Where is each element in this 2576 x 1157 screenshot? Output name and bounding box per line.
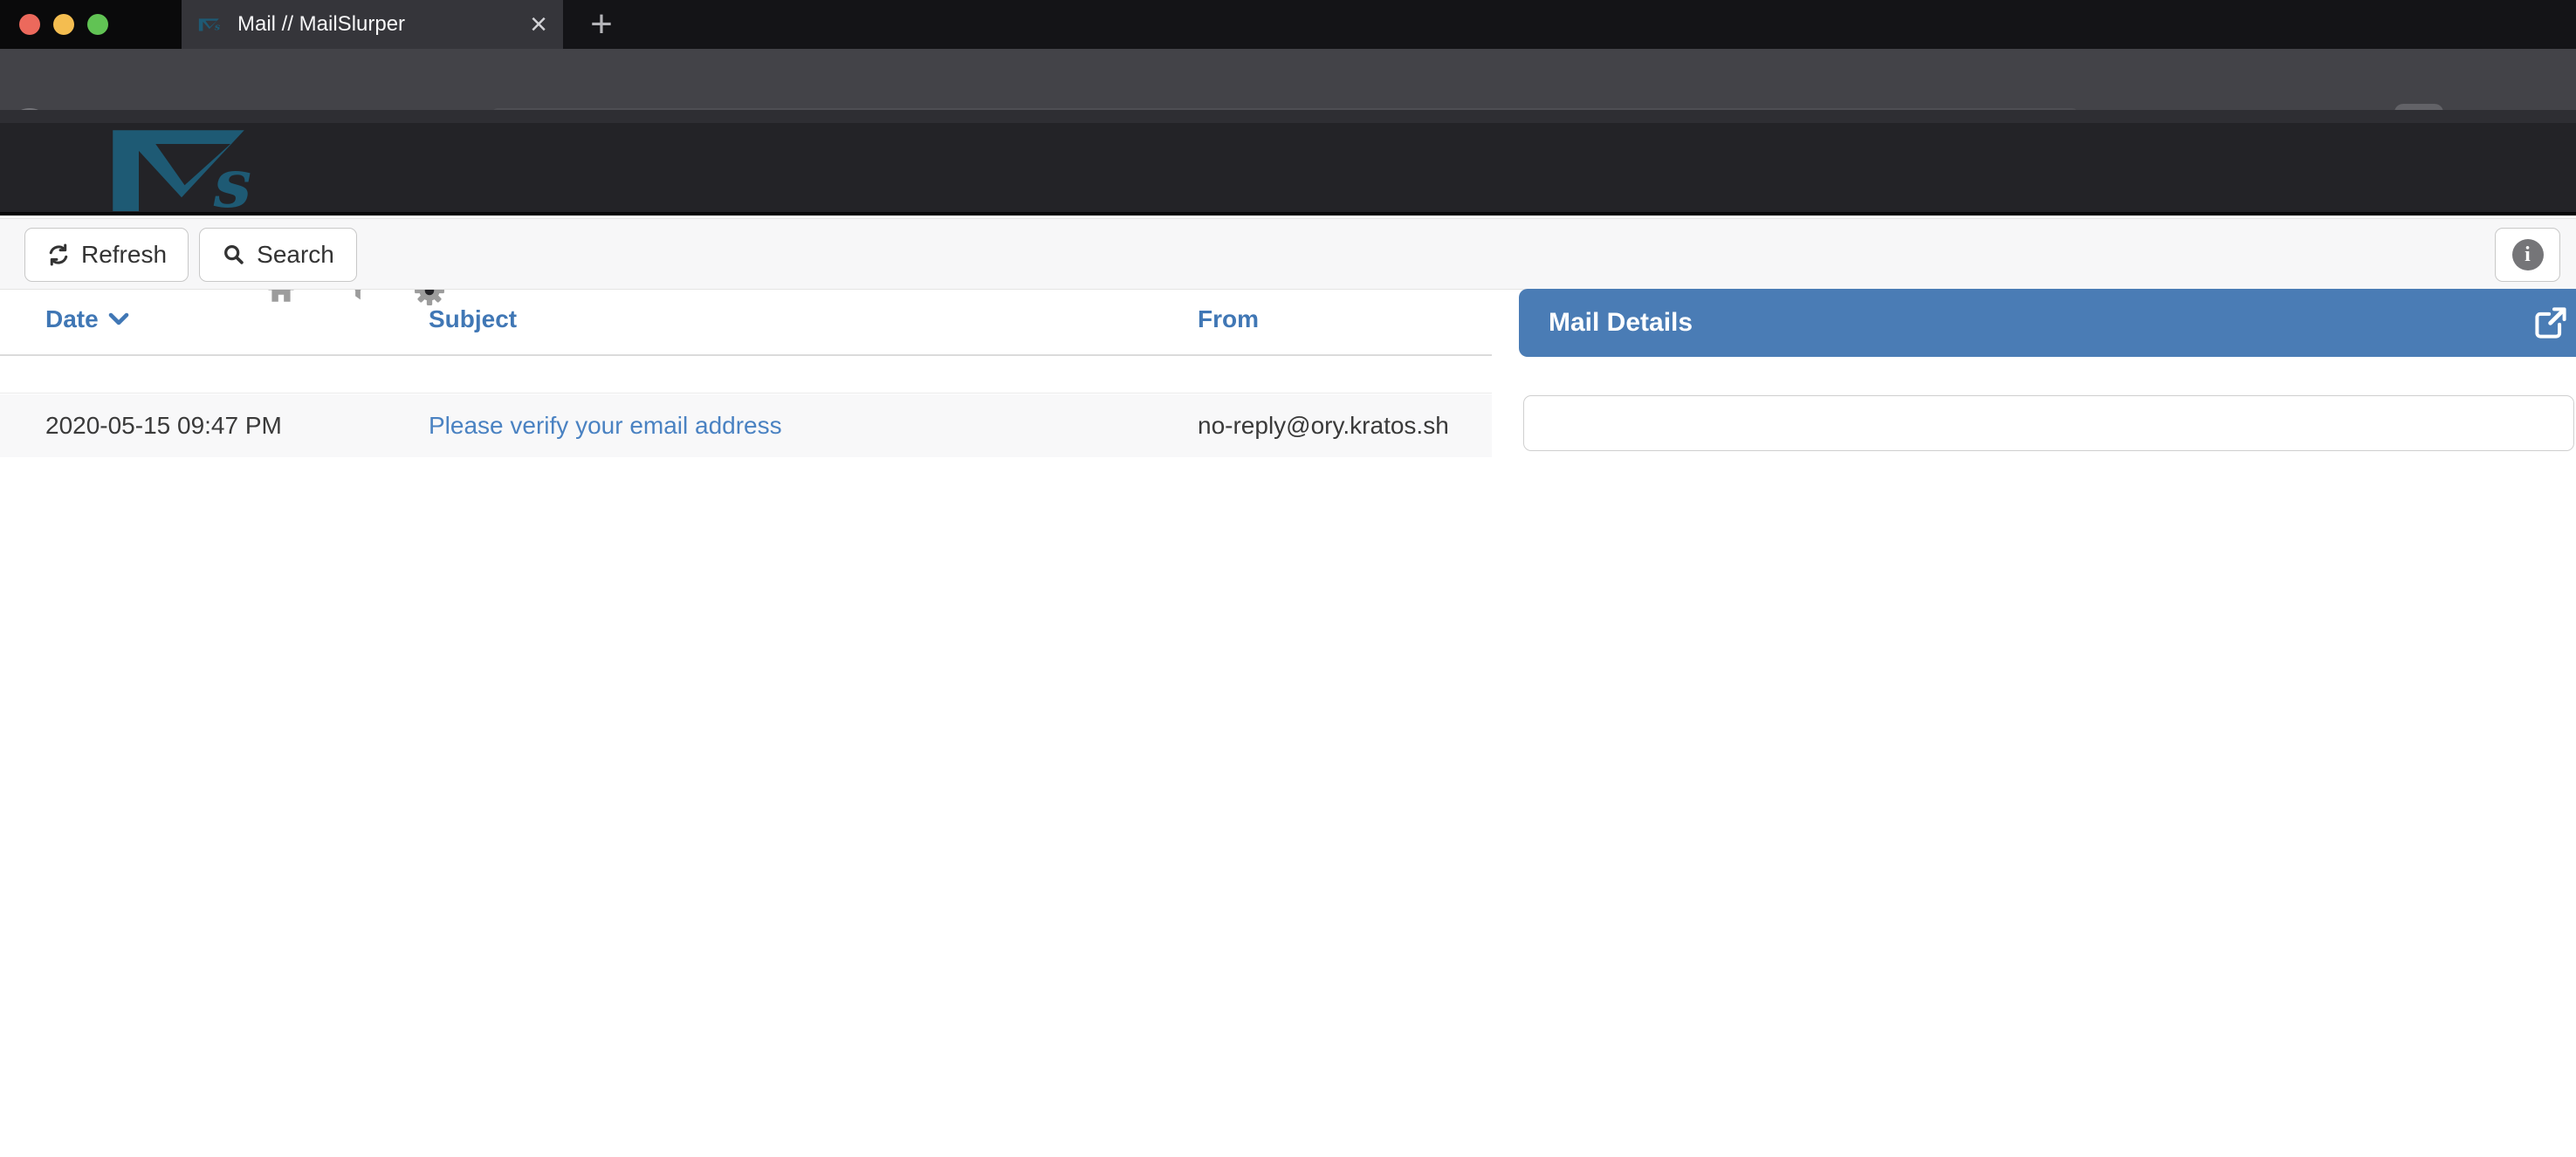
mailslurper-logo[interactable]: s	[19, 126, 368, 211]
browser-tab-bar: s Mail // MailSlurper × +	[0, 0, 2576, 49]
open-in-new-window-button[interactable]	[2531, 304, 2570, 342]
column-header-date[interactable]: Date	[45, 305, 130, 333]
mail-details-body	[1523, 395, 2574, 451]
search-button-label: Search	[257, 241, 334, 269]
search-icon	[222, 243, 246, 267]
info-icon: i	[2512, 239, 2544, 270]
svg-text:s: s	[215, 20, 221, 32]
mail-row-empty	[0, 356, 1492, 394]
tab-title: Mail // MailSlurper	[237, 12, 518, 37]
column-header-subject-label: Subject	[429, 305, 517, 333]
info-button[interactable]: i	[2495, 228, 2560, 282]
action-toolbar	[0, 218, 2576, 290]
mail-details-title: Mail Details	[1549, 308, 1693, 338]
app-navbar: s	[0, 123, 2576, 212]
browser-tab[interactable]: s Mail // MailSlurper ×	[182, 0, 563, 49]
mail-date-cell: 2020-05-15 09:47 PM	[45, 412, 282, 440]
window-close-button[interactable]	[19, 14, 40, 35]
mail-details-header: Mail Details	[1519, 289, 2576, 357]
mail-subject-link[interactable]: Please verify your email address	[429, 412, 782, 440]
refresh-icon	[46, 243, 71, 267]
column-header-date-label: Date	[45, 305, 99, 333]
navbar-bottom-border	[0, 212, 2576, 216]
column-header-subject[interactable]: Subject	[429, 305, 517, 333]
new-tab-button[interactable]: +	[580, 3, 623, 45]
column-header-from[interactable]: From	[1198, 305, 1259, 333]
browser-toolbar: 127.0.0.1:4436 •••	[0, 49, 2576, 110]
mail-row[interactable]: 2020-05-15 09:47 PM Please verify your e…	[0, 394, 1492, 457]
column-header-from-label: From	[1198, 305, 1259, 333]
search-button[interactable]: Search	[199, 228, 357, 282]
mail-from-cell: no-reply@ory.kratos.sh	[1198, 412, 1449, 440]
refresh-button[interactable]: Refresh	[24, 228, 189, 282]
window-zoom-button[interactable]	[87, 14, 108, 35]
tab-favicon-mailslurper-icon: s	[197, 15, 225, 34]
window-minimize-button[interactable]	[53, 14, 74, 35]
refresh-button-label: Refresh	[81, 241, 167, 269]
toolbar-bottom-strip	[0, 110, 2576, 123]
sort-desc-chevron-icon	[107, 311, 130, 328]
tab-close-icon[interactable]: ×	[530, 10, 547, 39]
external-link-icon	[2531, 304, 2570, 342]
